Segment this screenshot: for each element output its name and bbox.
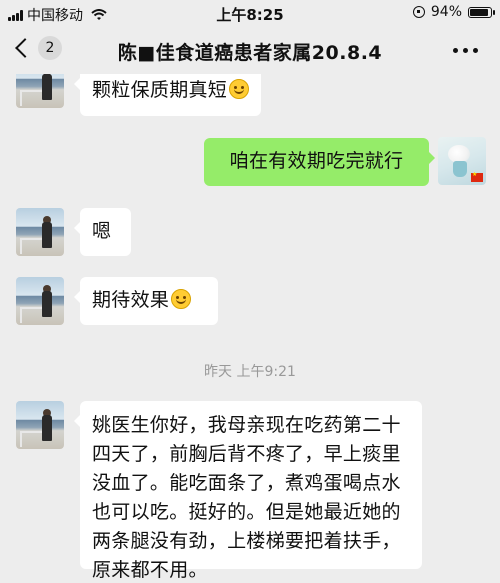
more-icon[interactable] (453, 48, 478, 53)
contact-avatar[interactable] (16, 208, 64, 256)
message-text: 嗯 (92, 220, 112, 242)
carrier-label: 中国移动 (27, 8, 83, 24)
flag-icon (471, 171, 483, 182)
contact-avatar[interactable] (16, 74, 64, 108)
message-bubble-incoming[interactable]: 姚医生你好，我母亲现在吃药第二十四天了，前胸后背不疼了，早上痰里没血了。能吃面条… (74, 401, 422, 581)
chat-header: 2 陈■佳食道癌患者家属20.8.4 (0, 26, 500, 74)
message-bubble-outgoing[interactable]: 咱在有效期吃完就行 (204, 138, 435, 186)
smile-emoji-icon (171, 289, 192, 309)
my-avatar[interactable] (438, 137, 486, 185)
wifi-icon (91, 9, 107, 20)
rotation-lock-icon (412, 6, 425, 18)
status-left: 中国移动 (8, 5, 107, 25)
chat-title: 陈■佳食道癌患者家属20.8.4 (117, 42, 383, 64)
smile-emoji-icon (229, 79, 250, 99)
message-text: 咱在有效期吃完就行 (229, 150, 404, 172)
message-text: 期待效果 (92, 289, 170, 311)
status-bar: 中国移动 上午8:25 94% (0, 0, 500, 26)
contact-avatar[interactable] (16, 277, 64, 325)
message-text: 颗粒保质期真短 (92, 79, 228, 101)
battery-percent: 94% (430, 4, 462, 20)
chat-message-list[interactable]: 颗粒保质期真短 咱在有效期吃完就行 嗯 期待效果 昨天 上午9:21 姚医生你好… (0, 74, 500, 583)
status-right: 94% (412, 4, 495, 20)
message-text: 姚医生你好，我母亲现在吃药第二十四天了，前胸后背不疼了，早上痰里没血了。能吃面条… (92, 414, 401, 581)
signal-icon (8, 9, 23, 21)
battery-icon (468, 6, 495, 18)
message-bubble-incoming[interactable]: 颗粒保质期真短 (73, 74, 262, 116)
contact-avatar[interactable] (16, 401, 64, 449)
message-timestamp: 昨天 上午9:21 (204, 364, 296, 380)
message-bubble-incoming[interactable]: 嗯 (74, 208, 131, 256)
message-bubble-incoming[interactable]: 期待效果 (74, 277, 218, 325)
battery-fill (470, 8, 488, 16)
